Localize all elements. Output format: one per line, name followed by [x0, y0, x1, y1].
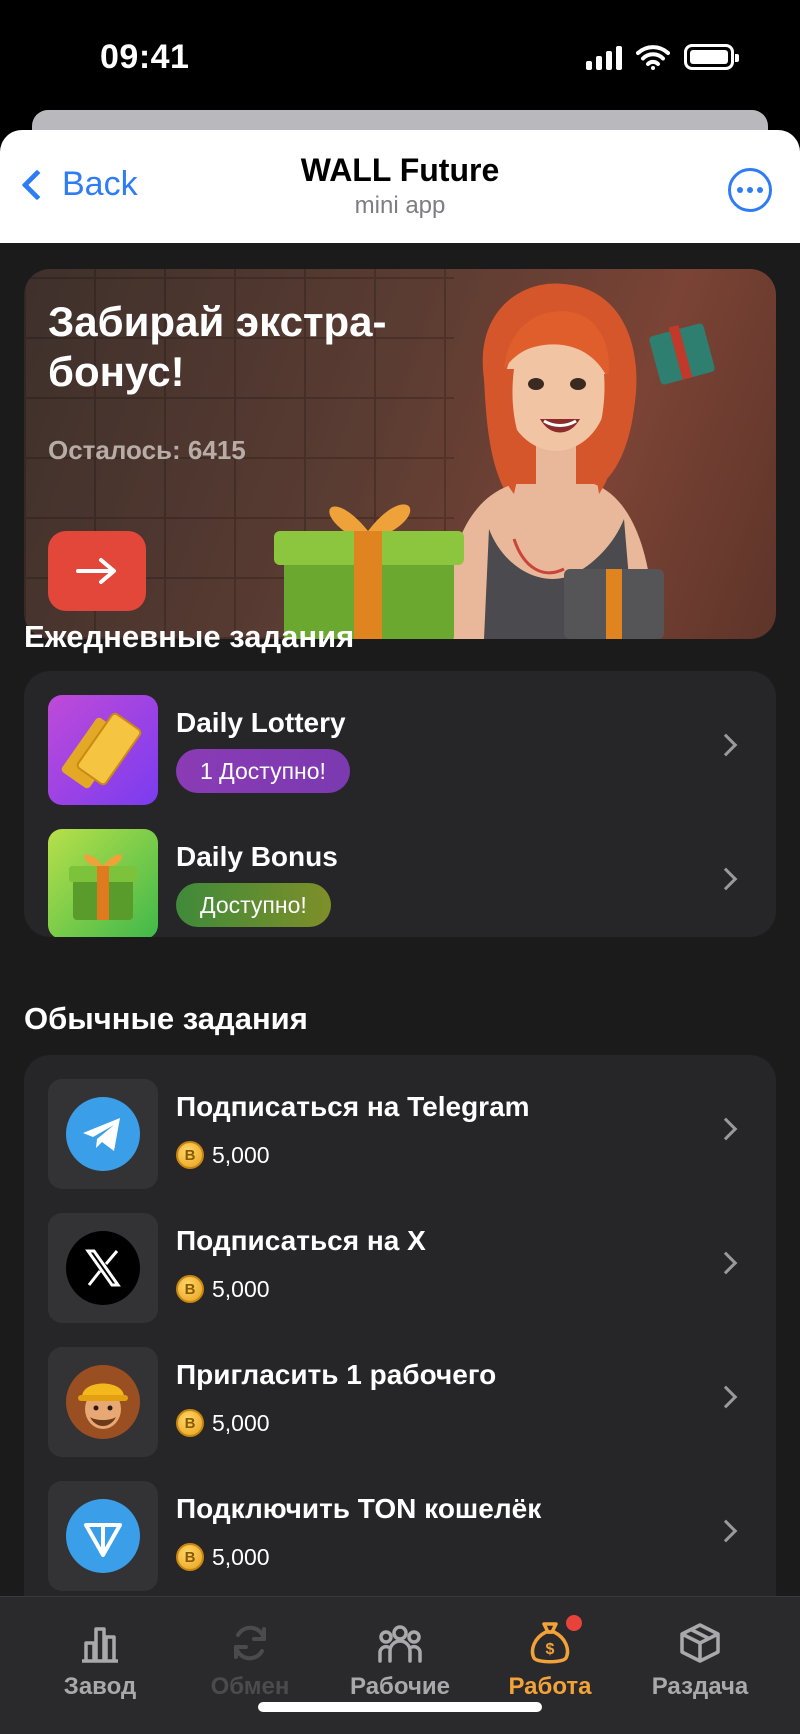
task-subscribe-x[interactable]: Подписаться на X B 5,000 [24, 1213, 776, 1325]
tab-exchange[interactable]: Обмен [170, 1619, 330, 1701]
chevron-right-icon [714, 867, 738, 891]
tab-label: Рабочие [350, 1673, 450, 1700]
task-invite-worker[interactable]: Пригласить 1 рабочего B 5,000 [24, 1347, 776, 1459]
tab-factory[interactable]: Завод [20, 1619, 180, 1701]
cellular-signal-icon [586, 44, 622, 70]
regular-tasks-heading: Обычные задания [24, 1001, 308, 1036]
task-title: Пригласить 1 рабочего [176, 1359, 497, 1390]
chevron-right-icon [714, 1117, 738, 1141]
factory-icon [82, 1627, 118, 1663]
task-subscribe-telegram[interactable]: Подписаться на Telegram B 5,000 [24, 1079, 776, 1191]
task-title: Подписаться на Telegram [176, 1091, 530, 1122]
exchange-icon [234, 1625, 266, 1661]
reward-amount: 5,000 [212, 1275, 270, 1302]
task-reward: B 5,000 [176, 1275, 270, 1303]
telegram-icon [48, 1079, 158, 1189]
status-bar: 09:41 [0, 0, 800, 110]
daily-tasks-heading: Ежедневные задания [24, 619, 355, 654]
task-title: Подписаться на X [176, 1225, 426, 1256]
dot-icon [747, 187, 753, 193]
chevron-right-icon [714, 1519, 738, 1543]
worker-avatar-icon [48, 1347, 158, 1457]
x-logo-icon [48, 1213, 158, 1323]
availability-badge: Доступно! [176, 883, 331, 927]
tab-airdrop[interactable]: Раздача [620, 1619, 780, 1701]
arrow-right-icon [76, 558, 116, 584]
task-reward: B 5,000 [176, 1409, 270, 1437]
task-daily-bonus[interactable]: Daily Bonus Доступно! [24, 829, 776, 937]
coin-icon: B [176, 1275, 204, 1303]
tab-workers[interactable]: Рабочие [320, 1619, 480, 1701]
app-subtitle: mini app [354, 192, 446, 219]
coin-icon: B [176, 1543, 204, 1571]
task-daily-lottery[interactable]: Daily Lottery 1 Доступно! [24, 695, 776, 807]
main-content[interactable]: Забирай экстра-бонус! Осталось: 6415 Еже… [0, 243, 800, 1734]
chevron-right-icon [714, 1251, 738, 1275]
dot-icon [737, 187, 743, 193]
status-icons [586, 44, 739, 70]
daily-tasks-card: Daily Lottery 1 Доступно! Daily Bonus До… [24, 671, 776, 937]
dot-icon [757, 187, 763, 193]
reward-amount: 5,000 [212, 1409, 270, 1436]
wifi-icon [636, 45, 670, 70]
svg-text:$: $ [546, 1641, 555, 1658]
task-reward: B 5,000 [176, 1141, 270, 1169]
task-title: Daily Lottery [176, 707, 346, 738]
coin-icon: B [176, 1409, 204, 1437]
tab-label: Завод [63, 1673, 137, 1700]
task-reward: B 5,000 [176, 1543, 270, 1571]
availability-badge: 1 Доступно! [176, 749, 350, 793]
reward-amount: 5,000 [212, 1141, 270, 1168]
workers-icon [378, 1625, 422, 1663]
chevron-right-icon [714, 733, 738, 757]
app-title: WALL Future [300, 152, 500, 188]
tab-label: Работа [508, 1673, 592, 1700]
app-header: Back WALL Future mini app [0, 130, 800, 243]
money-bag-icon: $ [530, 1622, 570, 1664]
battery-icon [684, 44, 739, 70]
banner-illustration [274, 283, 715, 639]
tab-work[interactable]: $ Работа [470, 1615, 630, 1701]
gift-box-icon [48, 829, 158, 937]
more-options-button[interactable] [728, 168, 772, 212]
bottom-tab-bar: Завод Обмен Рабочие $ Работа Раздача [0, 1596, 800, 1734]
home-indicator [258, 1702, 542, 1712]
tab-label: Обмен [210, 1673, 290, 1700]
box-icon [680, 1623, 720, 1663]
notification-dot [566, 1615, 582, 1631]
chevron-right-icon [714, 1385, 738, 1409]
task-connect-ton-wallet[interactable]: Подключить TON кошелёк B 5,000 [24, 1481, 776, 1593]
lottery-tickets-icon [48, 695, 158, 805]
ton-wallet-icon [48, 1481, 158, 1591]
reward-amount: 5,000 [212, 1543, 270, 1570]
banner-go-button[interactable] [48, 531, 146, 611]
banner-remaining-count: Осталось: 6415 [48, 435, 246, 465]
tab-label: Раздача [651, 1673, 749, 1700]
promo-banner[interactable]: Забирай экстра-бонус! Осталось: 6415 [24, 269, 776, 639]
coin-icon: B [176, 1141, 204, 1169]
task-title: Daily Bonus [176, 841, 338, 872]
task-title: Подключить TON кошелёк [176, 1493, 542, 1524]
status-time: 09:41 [100, 38, 190, 76]
